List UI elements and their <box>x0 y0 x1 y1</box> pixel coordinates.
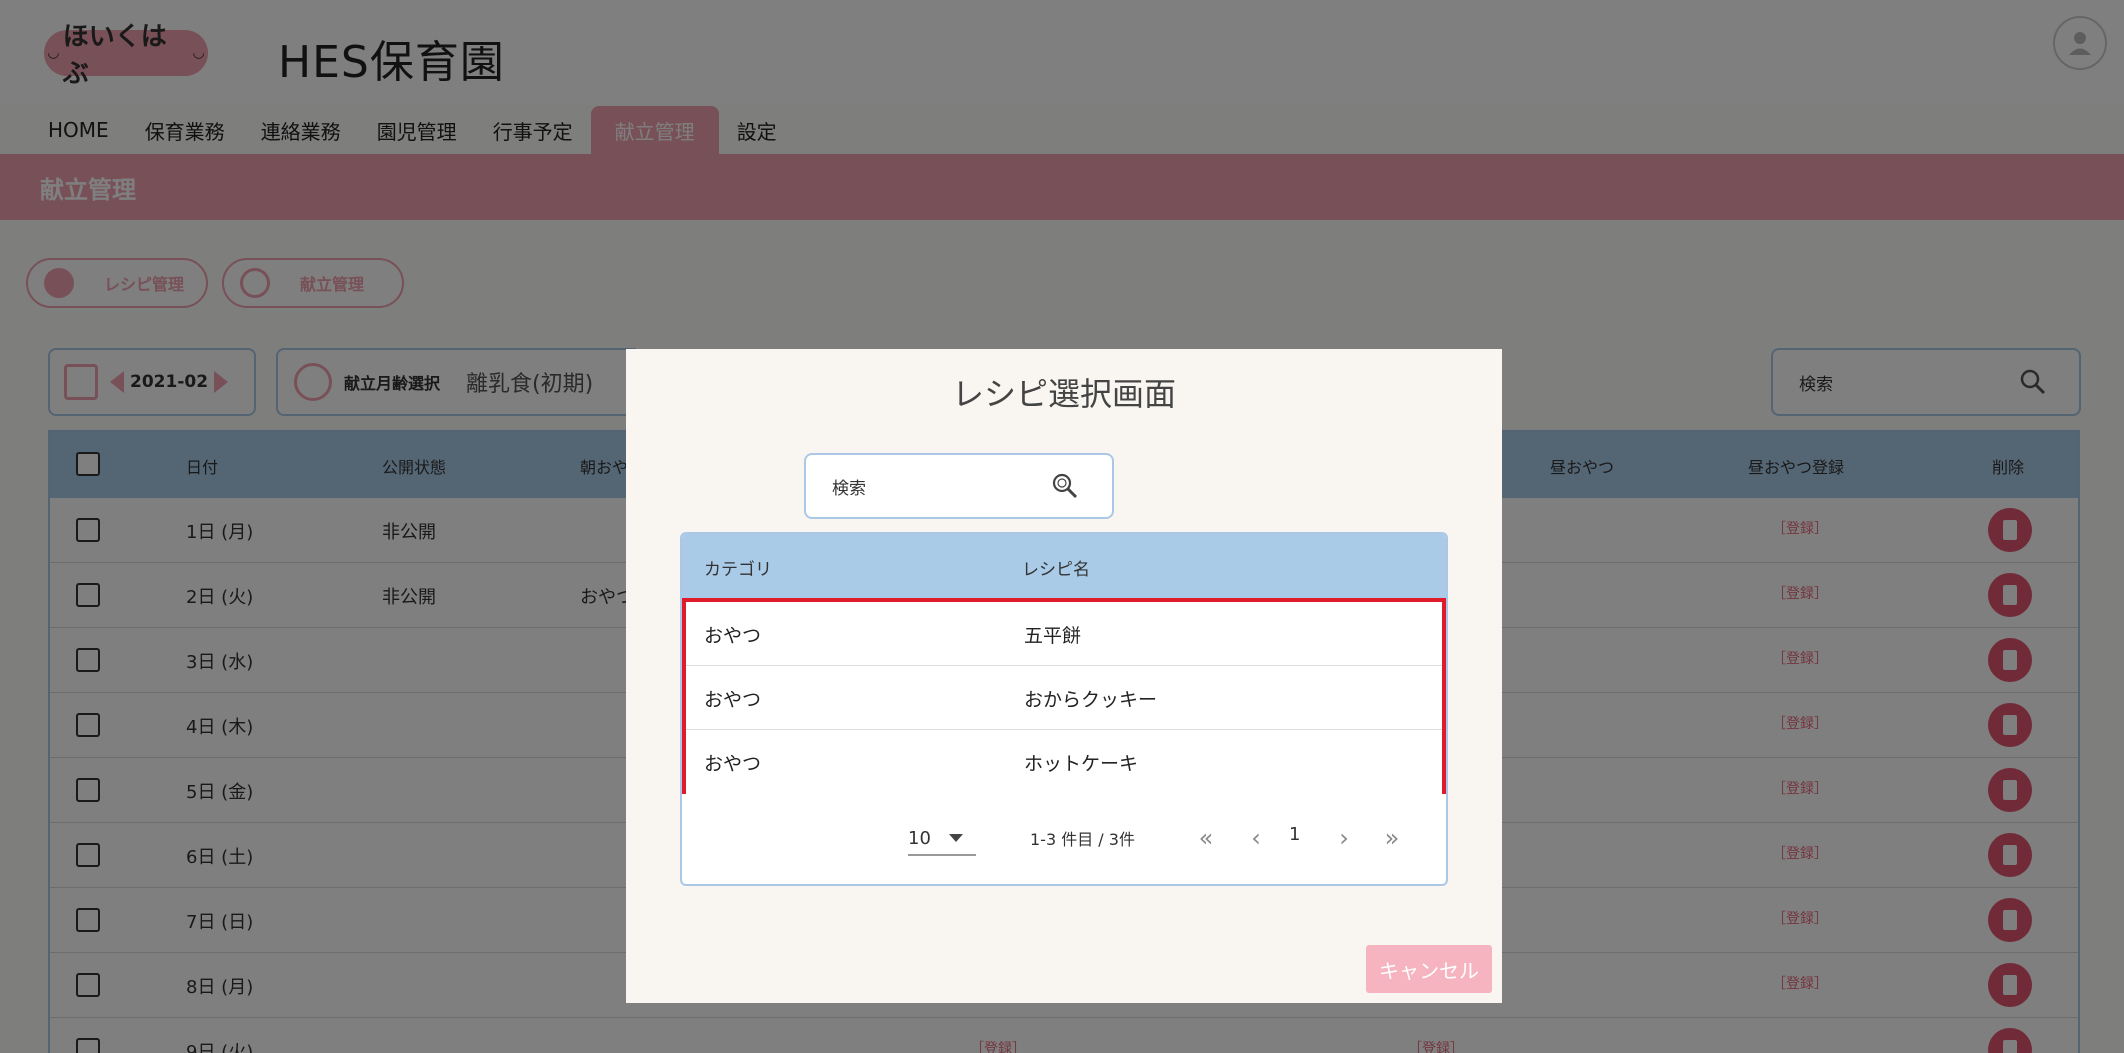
highlighted-rows: おやつ 五平餅 おやつ おからクッキー おやつ ホットケーキ <box>682 598 1446 794</box>
page-range: 1-3 件目 / 3件 <box>1030 830 1135 849</box>
row-category: おやつ <box>704 689 762 711</box>
recipe-row[interactable]: おやつ おからクッキー <box>686 666 1442 730</box>
next-page-icon[interactable]: › <box>1324 818 1364 858</box>
current-page[interactable]: 1 <box>1289 824 1300 845</box>
recipe-table-header: カテゴリ レシピ名 <box>682 534 1446 598</box>
dialog-title: レシピ選択画面 <box>951 375 1176 413</box>
pagination: 10 1-3 件目 / 3件 « ‹ 1 › » <box>682 796 1446 884</box>
recipe-table: カテゴリ レシピ名 おやつ 五平餅 おやつ おからクッキー おやつ ホットケーキ… <box>680 532 1448 886</box>
rows-per-page-select[interactable]: 10 <box>908 822 976 856</box>
col-category: カテゴリ <box>704 560 772 580</box>
col-recipe-name: レシピ名 <box>1022 560 1090 580</box>
row-category: おやつ <box>704 753 762 775</box>
recipe-search-placeholder: 検索 <box>832 478 866 499</box>
recipe-row[interactable]: おやつ ホットケーキ <box>686 730 1442 794</box>
search-icon[interactable] <box>1050 471 1080 501</box>
row-recipe-name: ホットケーキ <box>1024 753 1139 775</box>
cancel-button[interactable]: キャンセル <box>1366 945 1492 993</box>
recipe-row[interactable]: おやつ 五平餅 <box>686 602 1442 666</box>
row-recipe-name: おからクッキー <box>1024 689 1158 711</box>
last-page-icon[interactable]: » <box>1372 818 1412 858</box>
row-recipe-name: 五平餅 <box>1024 625 1082 647</box>
prev-page-icon[interactable]: ‹ <box>1236 818 1276 858</box>
first-page-icon[interactable]: « <box>1186 818 1226 858</box>
recipe-select-dialog: レシピ選択画面 検索 カテゴリ レシピ名 おやつ 五平餅 おやつ おからクッキー… <box>626 349 1502 1003</box>
chevron-down-icon <box>948 834 963 842</box>
row-category: おやつ <box>704 625 762 647</box>
recipe-search-input[interactable]: 検索 <box>804 453 1114 519</box>
rows-per-page-value: 10 <box>908 827 931 849</box>
